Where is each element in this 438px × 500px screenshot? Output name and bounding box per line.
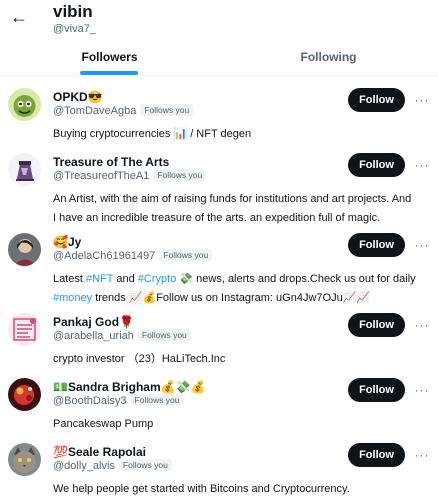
follower-row[interactable]: OPKD😎 @TomDaveAgba Follows you Buying cry…	[0, 88, 438, 140]
tab-bar: Followers Following	[0, 40, 438, 76]
hashtag-link[interactable]: #money	[53, 292, 92, 304]
follower-row[interactable]: Treasure of The Arts @TreasureofTheA1 Fol…	[0, 153, 438, 224]
follower-row[interactable]: 💯Seale Rapolai @dolly_alvis Follows you W…	[0, 443, 438, 495]
follower-name[interactable]: 🥰Jy	[53, 235, 81, 249]
follower-name[interactable]: 💵Sandra Brigham💰💸💰	[53, 380, 205, 394]
follows-you-badge: Follows you	[153, 169, 207, 181]
avatar[interactable]	[8, 88, 41, 121]
follower-bio: Buying cryptocurrencies 📊 / NFT degen	[53, 128, 252, 140]
more-options-icon[interactable]: ···	[414, 384, 430, 396]
active-tab-indicator	[80, 71, 138, 75]
back-arrow-icon[interactable]: ←	[8, 6, 30, 28]
follows-you-badge: Follows you	[137, 329, 191, 341]
follow-button[interactable]: Follow	[348, 443, 405, 467]
follow-button[interactable]: Follow	[348, 378, 405, 402]
avatar[interactable]	[8, 153, 41, 186]
avatar-image-icon	[8, 153, 41, 186]
avatar[interactable]	[8, 378, 41, 411]
follower-name[interactable]: OPKD😎	[53, 90, 103, 104]
follow-button[interactable]: Follow	[348, 233, 405, 257]
avatar-image-icon	[8, 88, 41, 121]
follow-button[interactable]: Follow	[348, 153, 405, 177]
follower-row[interactable]: 💵Sandra Brigham💰💸💰 @BoothDaisy3 Follows y…	[0, 378, 438, 430]
follower-bio: Latest #NFT and #Crypto 💸 news, alerts a…	[53, 273, 416, 304]
follower-bio: An Artist, with the aim of raising funds…	[53, 193, 412, 224]
avatar-image-icon	[8, 443, 41, 476]
more-options-icon[interactable]: ···	[414, 239, 430, 251]
follower-handle: @AdelaCh61961497	[53, 250, 156, 262]
profile-header: ← vibin @viva7_	[0, 0, 438, 40]
hashtag-link[interactable]: #NFT	[86, 273, 113, 285]
follower-bio: Pancakeswap Pump	[53, 418, 154, 430]
avatar-image-icon	[8, 313, 41, 346]
follower-bio: We help people get started with Bitcoins…	[53, 483, 350, 495]
follows-you-badge: Follows you	[130, 394, 184, 406]
follow-button[interactable]: Follow	[348, 88, 405, 112]
follower-handle: @BoothDaisy3	[53, 395, 127, 407]
follower-handle: @TomDaveAgba	[53, 105, 137, 117]
avatar[interactable]	[8, 313, 41, 346]
follow-button[interactable]: Follow	[348, 313, 405, 337]
more-options-icon[interactable]: ···	[414, 449, 430, 461]
follower-handle: @dolly_alvis	[53, 460, 115, 472]
avatar[interactable]	[8, 443, 41, 476]
avatar-image-icon	[8, 378, 41, 411]
more-options-icon[interactable]: ···	[414, 159, 430, 171]
avatar[interactable]	[8, 233, 41, 266]
follower-bio: crypto investor （23）HaLiTech.Inc	[53, 353, 226, 365]
avatar-image-icon	[8, 233, 41, 266]
hashtag-link[interactable]: #Crypto	[138, 273, 177, 285]
more-options-icon[interactable]: ···	[414, 94, 430, 106]
follows-you-badge: Follows you	[118, 459, 172, 471]
follower-name[interactable]: Treasure of The Arts	[53, 155, 169, 169]
follower-row[interactable]: 🥰Jy @AdelaCh61961497 Follows you Latest #…	[0, 233, 438, 304]
follower-name[interactable]: 💯Seale Rapolai	[53, 445, 146, 459]
follower-name[interactable]: Pankaj God🌹	[53, 315, 134, 329]
tab-following[interactable]: Following	[219, 40, 438, 76]
follows-you-badge: Follows you	[140, 104, 194, 116]
page-handle: @viva7_	[53, 23, 96, 35]
page-title: vibin	[53, 2, 93, 21]
more-options-icon[interactable]: ···	[414, 319, 430, 331]
follower-handle: @TreasureofTheA1	[53, 170, 150, 182]
follower-handle: @arabella_uriah	[53, 330, 134, 342]
follower-row[interactable]: Pankaj God🌹 @arabella_uriah Follows you c…	[0, 313, 438, 365]
follows-you-badge: Follows you	[159, 249, 213, 261]
